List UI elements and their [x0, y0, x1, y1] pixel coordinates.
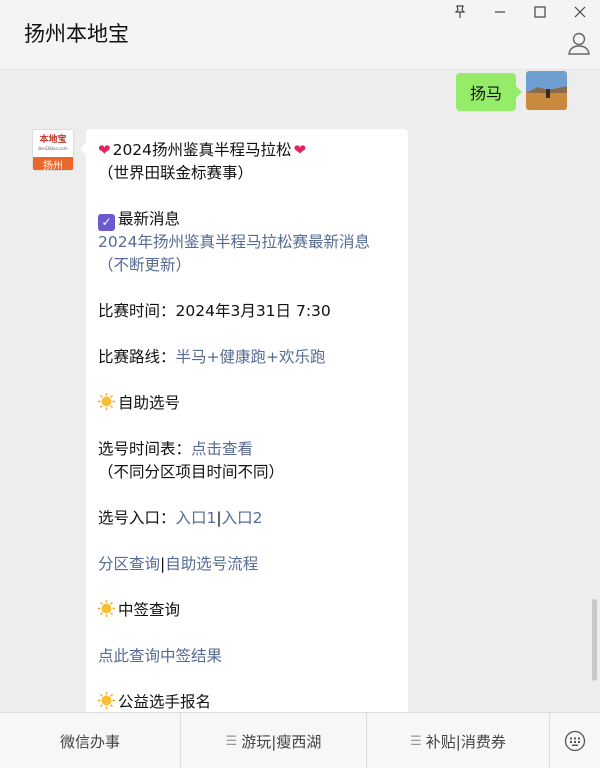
submenu-icon: ☰ [410, 733, 422, 749]
news-link[interactable]: 2024年扬州鉴真半程马拉松赛最新消息 [98, 231, 370, 254]
headline-line: ❤ 2024扬州鉴真半程马拉松 ❤ [98, 139, 308, 162]
entry-label: 选号入口： [98, 509, 176, 527]
lottery-link[interactable]: 点此查询中签结果 [98, 645, 222, 668]
sun-icon [98, 692, 115, 709]
race-time-value: 2024年3月31日 7:30 [175, 302, 331, 320]
self-select-line: 自助选号 [98, 392, 180, 415]
headline-sub: （世界田联金标赛事） [98, 164, 254, 182]
zone-query-link[interactable]: 分区查询 [98, 555, 160, 573]
menu-item-wechat-service[interactable]: 微信办事 [0, 713, 181, 768]
charity-title: 公益选手报名 [118, 693, 212, 711]
charity-line: 公益选手报名 [98, 691, 211, 712]
keyboard-icon[interactable] [550, 713, 600, 768]
schedule-link[interactable]: 点击查看 [191, 440, 253, 458]
menu-item-label: 游玩|瘦西湖 [241, 732, 322, 751]
schedule-label: 选号时间表： [98, 440, 192, 458]
sun-icon [98, 600, 115, 617]
entry-line: 选号入口：入口1|入口2 [98, 507, 263, 530]
scrollbar[interactable] [592, 599, 597, 681]
race-time-line: 比赛时间：2024年3月31日 7:30 [98, 300, 331, 323]
bot-message-bubble: ❤ 2024扬州鉴真半程马拉松 ❤ （世界田联金标赛事） ✓ 最新消息 2024年扬州… [80, 129, 408, 712]
race-time-label: 比赛时间： [98, 302, 176, 320]
heart-icon: ❤ [98, 141, 111, 159]
news-title-line: ✓ 最新消息 [98, 208, 180, 231]
my-message-bubble[interactable]: 扬马 [456, 73, 522, 111]
zone-line: 分区查询|自助选号流程 [98, 553, 258, 576]
menu-item-label: 补贴|消费券 [425, 732, 506, 751]
chat-area[interactable]: 扬马 本地宝 BenDiBao.com 扬州 ❤ 2024扬州鉴真半程马拉松 ❤ （… [0, 71, 600, 712]
route-link[interactable]: 半马+健康跑+欢乐跑 [176, 348, 326, 366]
bottom-menu: 微信办事 ☰ 游玩|瘦西湖 ☰ 补贴|消费券 [0, 712, 600, 768]
news-title: 最新消息 [118, 210, 181, 228]
self-select-title: 自助选号 [118, 394, 181, 412]
heart-icon: ❤ [293, 141, 307, 159]
maximize-icon[interactable] [520, 0, 560, 24]
menu-item-label: 微信办事 [59, 732, 120, 751]
lottery-title: 中签查询 [118, 601, 181, 619]
submenu-icon: ☰ [225, 733, 238, 749]
menu-item-subsidy[interactable]: ☰ 补贴|消费券 [367, 713, 550, 768]
bot-avatar[interactable]: 本地宝 BenDiBao.com 扬州 [32, 129, 74, 171]
schedule-line: 选号时间表：点击查看 [98, 438, 253, 461]
entry-2-link[interactable]: 入口2 [222, 509, 263, 527]
menu-item-travel[interactable]: ☰ 游玩|瘦西湖 [181, 713, 367, 768]
brand-logo: 本地宝 BenDiBao.com [38, 135, 68, 151]
headline-text: 2024扬州鉴真半程马拉松 [112, 141, 292, 159]
news-link-note[interactable]: （不断更新） [98, 254, 191, 277]
check-box-icon: ✓ [98, 214, 115, 231]
minimize-icon[interactable] [480, 0, 520, 24]
close-icon[interactable] [560, 0, 600, 24]
pin-icon[interactable] [440, 0, 480, 24]
title-bar: 扬州本地宝 [0, 0, 600, 70]
sun-icon [98, 393, 115, 410]
my-avatar[interactable] [526, 71, 567, 110]
schedule-note: （不同分区项目时间不同） [98, 463, 285, 481]
route-label: 比赛路线： [98, 348, 176, 366]
lottery-title-line: 中签查询 [98, 599, 180, 622]
profile-icon[interactable] [566, 30, 592, 56]
select-flow-link[interactable]: 自助选号流程 [165, 555, 258, 573]
entry-1-link[interactable]: 入口1 [176, 509, 217, 527]
city-label: 扬州 [33, 157, 73, 170]
chat-title: 扬州本地宝 [24, 22, 129, 46]
window-controls [440, 0, 600, 24]
route-line: 比赛路线：半马+健康跑+欢乐跑 [98, 346, 326, 369]
